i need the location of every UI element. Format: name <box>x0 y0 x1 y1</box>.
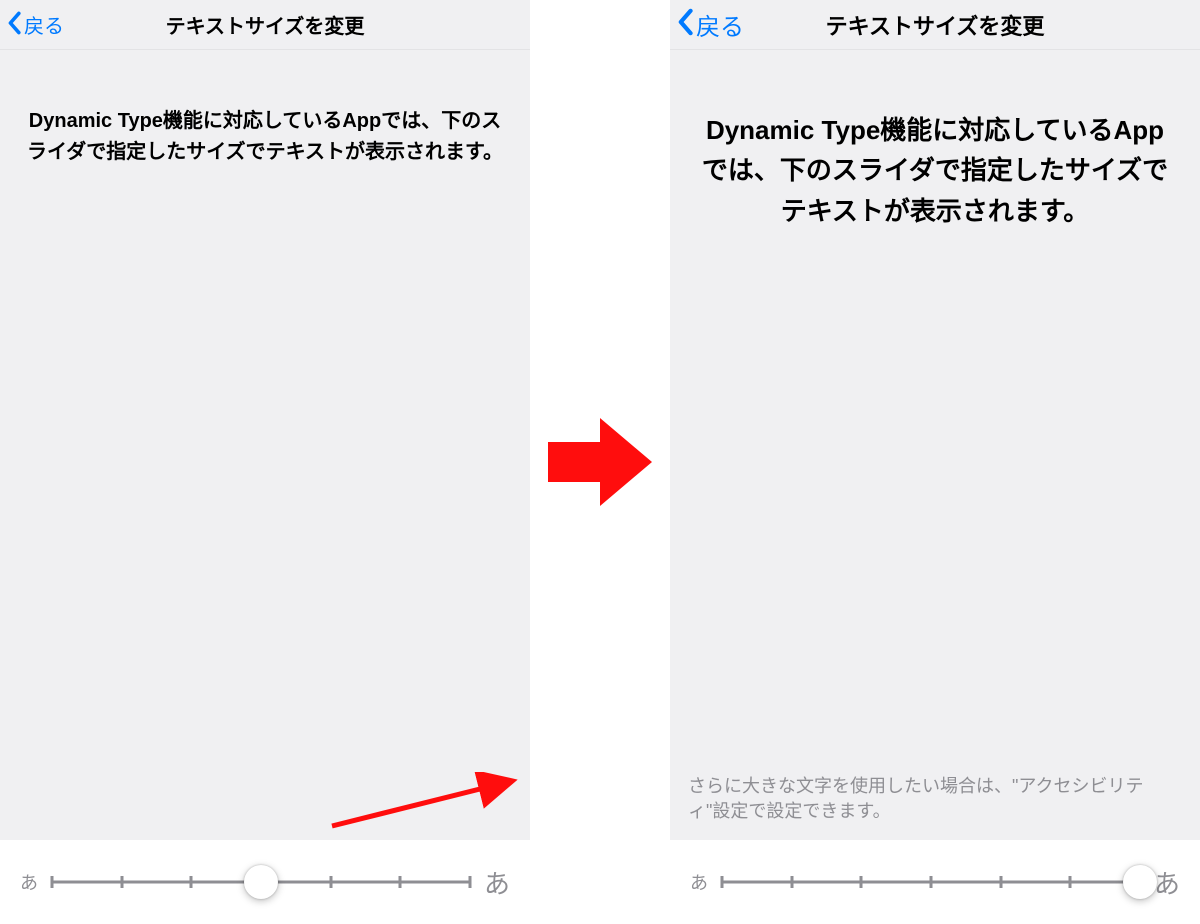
content-area: Dynamic Type機能に対応しているAppでは、下のスライダで指定したサイ… <box>670 50 1200 840</box>
back-label: 戻る <box>24 10 64 39</box>
slider-small-label: あ <box>690 869 708 895</box>
slider-small-label: あ <box>20 869 38 895</box>
slider-tick <box>329 876 332 888</box>
page-title: テキストサイズを変更 <box>166 10 365 39</box>
slider-big-label: あ <box>1154 864 1180 901</box>
slider-tick <box>929 876 932 888</box>
slider-tick <box>120 876 123 888</box>
text-size-slider-area: あ あ <box>0 840 530 924</box>
slider-tick <box>999 876 1002 888</box>
slider-tick <box>190 876 193 888</box>
slider-tick <box>790 876 793 888</box>
slider-tick <box>721 876 724 888</box>
content-area: Dynamic Type機能に対応しているAppでは、下のスライダで指定したサイ… <box>0 50 530 840</box>
chevron-left-icon <box>676 8 694 42</box>
description-text: Dynamic Type機能に対応しているAppでは、下のスライダで指定したサイ… <box>694 110 1176 231</box>
footer-note: さらに大きな文字を使用したい場合は、"アクセシビリティ"設定で設定できます。 <box>688 774 1182 824</box>
back-button[interactable]: 戻る <box>6 10 64 39</box>
back-button[interactable]: 戻る <box>676 7 744 42</box>
slider-tick <box>399 876 402 888</box>
description-text: Dynamic Type機能に対応しているAppでは、下のスライダで指定したサイ… <box>24 106 506 168</box>
screen-before: 戻る テキストサイズを変更 Dynamic Type機能に対応しているAppでは… <box>0 0 530 924</box>
chevron-left-icon <box>6 11 22 39</box>
big-arrow-icon <box>540 402 660 522</box>
transition-indicator <box>530 0 670 924</box>
slider-tick <box>1069 876 1072 888</box>
nav-bar: 戻る テキストサイズを変更 <box>670 0 1200 50</box>
slider-knob[interactable] <box>244 865 278 899</box>
nav-bar: 戻る テキストサイズを変更 <box>0 0 530 50</box>
page-title: テキストサイズを変更 <box>826 9 1045 41</box>
slider-tick <box>51 876 54 888</box>
text-size-slider[interactable] <box>722 862 1140 902</box>
screen-after: 戻る テキストサイズを変更 Dynamic Type機能に対応しているAppでは… <box>670 0 1200 924</box>
slider-tick <box>468 876 471 888</box>
text-size-slider[interactable] <box>52 862 470 902</box>
slider-knob[interactable] <box>1123 865 1157 899</box>
slider-big-label: あ <box>484 864 510 901</box>
text-size-slider-area: あ あ <box>670 840 1200 924</box>
back-label: 戻る <box>696 7 744 42</box>
slider-tick <box>860 876 863 888</box>
